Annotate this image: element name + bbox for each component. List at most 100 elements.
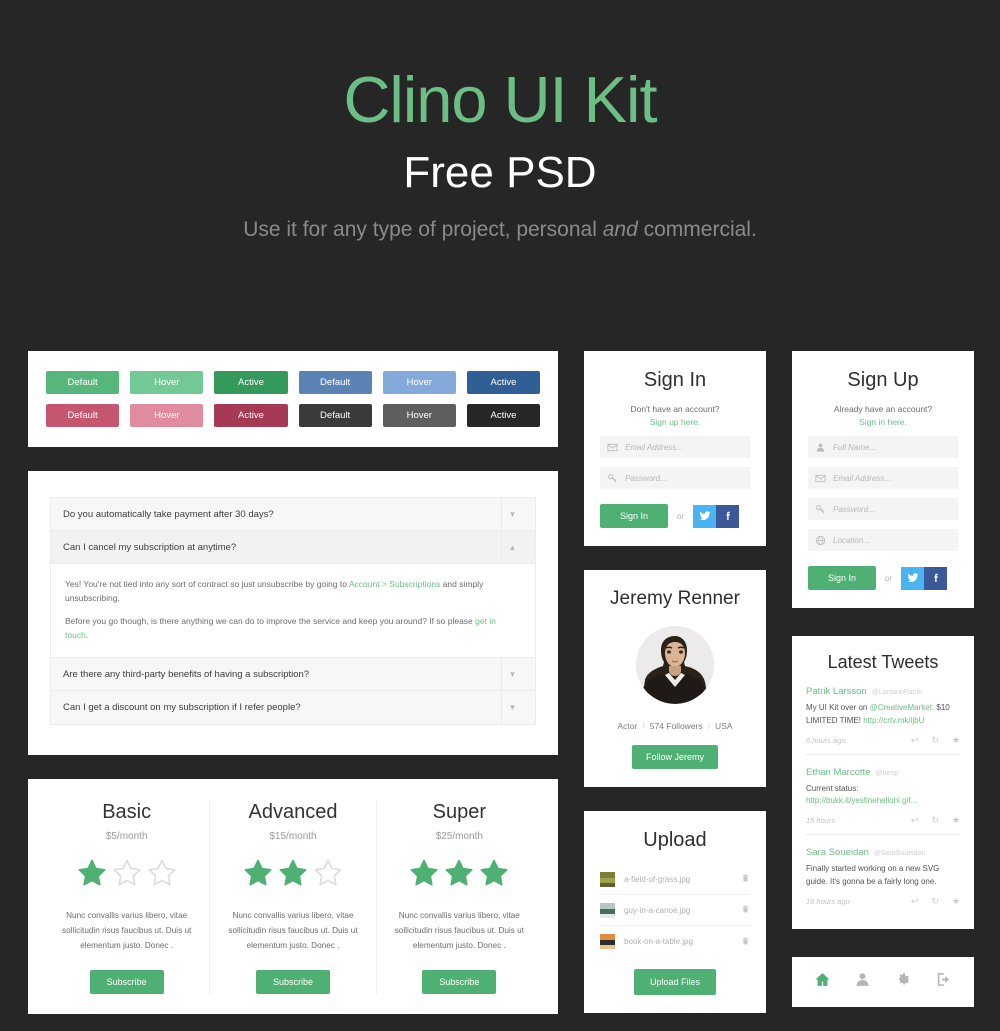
tweet-handle[interactable]: @beep: [875, 770, 898, 777]
faq-answer-paragraph-1: Yes! You're not tied into any sort of co…: [65, 577, 521, 605]
tweet-link[interactable]: http://crtv.mk/ijbU: [863, 716, 924, 725]
facebook-button[interactable]: [716, 504, 740, 528]
ui-button-0-5[interactable]: Active: [466, 371, 541, 394]
sign-up-submit-button[interactable]: Sign In: [808, 566, 877, 590]
plan-description: Nunc convallis varius libero, vitae soll…: [394, 911, 524, 951]
trash-icon[interactable]: [741, 873, 750, 885]
ui-button-0-4[interactable]: Hover: [382, 371, 456, 394]
faq-question-0[interactable]: Do you automatically take payment after …: [51, 497, 535, 531]
sign-in-field-0[interactable]: [600, 436, 750, 458]
page-subtitle: Free PSD: [403, 148, 597, 198]
subscribe-button[interactable]: Subscribe: [255, 969, 330, 994]
sign-up-field-2[interactable]: [808, 498, 958, 520]
tweet-author[interactable]: Patrik Larsson: [806, 686, 867, 697]
upload-files-button[interactable]: Upload Files: [633, 969, 717, 995]
home-icon[interactable]: [814, 971, 831, 993]
ui-button-0-3[interactable]: Default: [298, 371, 372, 394]
file-name: a-field-of-grass.jpg: [624, 874, 691, 884]
ui-button-1-4[interactable]: Hover: [382, 404, 456, 427]
twitter-button[interactable]: [693, 504, 717, 528]
ui-button-1-1[interactable]: Hover: [130, 404, 204, 427]
sign-up-field-1[interactable]: [808, 467, 958, 489]
ui-button-1-5[interactable]: Active: [466, 404, 541, 427]
star-filled-icon: [480, 859, 508, 886]
favorite-icon[interactable]: ★: [952, 896, 960, 906]
chevron-down-icon[interactable]: ▼: [501, 497, 523, 531]
key-icon: [608, 473, 617, 483]
sign-in-field-1[interactable]: [600, 467, 750, 489]
favorite-icon[interactable]: ★: [952, 816, 960, 825]
sign-up-input-1[interactable]: [833, 473, 958, 483]
ui-button-0-2[interactable]: Active: [214, 371, 288, 394]
sign-up-input-2[interactable]: [833, 504, 958, 514]
sign-up-here-link[interactable]: Sign up here.: [600, 417, 750, 427]
ui-button-1-3[interactable]: Default: [298, 404, 372, 427]
chevron-down-icon[interactable]: ▼: [501, 691, 523, 725]
reply-icon[interactable]: ↩: [911, 896, 919, 906]
envelope-icon: [607, 443, 618, 451]
account-subscriptions-link[interactable]: Account > Subscriptions: [349, 579, 440, 589]
tweet-footer: 18 hours ago ↩ ↻ ★: [806, 896, 960, 906]
social-login-group: [693, 504, 740, 528]
gear-icon[interactable]: [895, 971, 912, 993]
upload-file-row: a-field-of-grass.jpg: [600, 864, 750, 895]
faq-question-2[interactable]: Are there any third-party benefits of ha…: [51, 657, 535, 692]
key-icon: [600, 467, 625, 489]
sign-in-fields: [600, 436, 750, 489]
ui-button-1-0[interactable]: Default: [46, 404, 120, 427]
twitter-icon: [699, 511, 711, 521]
sign-up-prompt: Already have an account?: [833, 404, 933, 414]
faq-question-3[interactable]: Can I get a discount on my subscription …: [51, 691, 535, 725]
sign-in-prompt: Don't have an account?: [630, 404, 720, 414]
tweet-author[interactable]: Ethan Marcotte: [806, 767, 870, 778]
sign-up-field-3[interactable]: [808, 529, 958, 551]
sign-up-input-3[interactable]: [833, 535, 958, 545]
tweet-author[interactable]: Sara Soueidan: [806, 847, 869, 858]
twitter-button[interactable]: [901, 566, 925, 590]
tweet-link[interactable]: http://bukk.it/yesfinehellohi.gif...: [806, 796, 917, 805]
reply-icon[interactable]: ↩: [911, 816, 919, 825]
sign-in-here-link[interactable]: Sign in here.: [808, 417, 958, 427]
profile-name: Jeremy Renner: [610, 588, 740, 609]
faq-question-label: Can I get a discount on my subscription …: [63, 702, 301, 714]
retweet-icon[interactable]: ↻: [931, 735, 939, 745]
sign-in-input-0[interactable]: [625, 442, 750, 452]
sign-up-input-0[interactable]: [833, 442, 958, 452]
upload-file-list: a-field-of-grass.jpg guy-in-a-canoe.jpg bo…: [600, 864, 750, 957]
ui-button-1-2[interactable]: Active: [214, 404, 288, 427]
ui-button-0-1[interactable]: Hover: [130, 371, 204, 394]
ui-button-0-0[interactable]: Default: [46, 371, 120, 394]
subscribe-button[interactable]: Subscribe: [422, 969, 497, 994]
trash-icon[interactable]: [741, 936, 750, 948]
or-separator: or: [677, 511, 685, 521]
sign-up-field-0[interactable]: [808, 436, 958, 458]
faq-question-1[interactable]: Can I cancel my subscription at anytime?…: [51, 530, 535, 564]
facebook-button[interactable]: [924, 566, 948, 590]
chevron-up-icon[interactable]: ▲: [501, 530, 523, 564]
follow-button[interactable]: Follow Jeremy: [631, 745, 718, 769]
logout-icon[interactable]: [935, 971, 952, 993]
tweet-handle[interactable]: @LarssonPatrik: [872, 689, 922, 696]
retweet-icon[interactable]: ↻: [931, 896, 939, 906]
profile-meta: Actor / 574 Followers / USA: [600, 721, 750, 731]
tweet-body: Finally started working on a new SVG gui…: [806, 863, 960, 889]
reply-icon[interactable]: ↩: [911, 735, 919, 745]
trash-icon[interactable]: [741, 904, 750, 916]
tweet-link[interactable]: @CreativeMarket.: [870, 703, 935, 712]
retweet-icon[interactable]: ↻: [931, 816, 939, 825]
tweet-timestamp: 18 hours ago: [806, 896, 850, 906]
plan-rating: [387, 858, 532, 888]
panels-grid: Default Hover Active Default Hover Active Def…: [28, 351, 974, 1014]
user-icon[interactable]: [854, 971, 871, 993]
upload-file-row: guy-in-a-canoe.jpg: [600, 895, 750, 926]
faq-accordion: Do you automatically take payment after …: [50, 497, 536, 726]
chevron-down-icon[interactable]: ▼: [501, 657, 523, 691]
envelope-icon: [808, 467, 833, 489]
sign-in-button[interactable]: Sign In: [600, 504, 669, 528]
subscribe-button[interactable]: Subscribe: [89, 969, 164, 994]
sign-in-input-1[interactable]: [625, 473, 750, 483]
tweet-item: Patrik Larsson @LarssonPatrik My UI Kit ov…: [806, 686, 960, 754]
tweet-handle[interactable]: @SaraSoueidan: [874, 850, 925, 857]
tweet-footer: 15 hours ↩ ↻ ★: [806, 816, 960, 826]
favorite-icon[interactable]: ★: [952, 735, 960, 745]
